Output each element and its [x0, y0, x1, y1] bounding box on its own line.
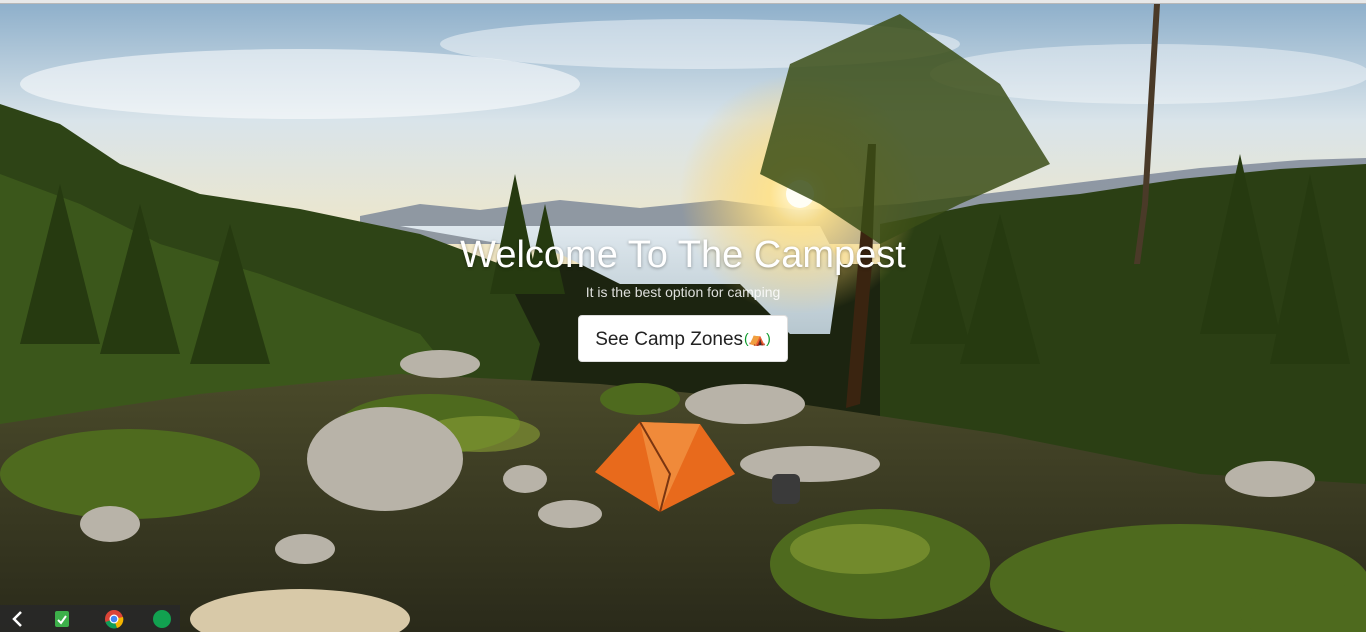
chrome-icon[interactable]: [104, 609, 124, 629]
tent-icon: (⛺): [744, 330, 771, 346]
os-taskbar: [0, 605, 180, 632]
back-arrow-icon[interactable]: [8, 609, 28, 629]
hero-subtitle: It is the best option for camping: [585, 284, 781, 300]
hero-section: Welcome To The Campest It is the best op…: [0, 233, 1366, 362]
files-app-icon[interactable]: [52, 609, 72, 629]
hero-title: Welcome To The Campest: [460, 234, 906, 276]
cta-label: See Camp Zones: [595, 329, 744, 350]
see-camp-zones-button[interactable]: See Camp Zones(⛺): [578, 315, 788, 362]
green-app-icon[interactable]: [152, 609, 172, 629]
